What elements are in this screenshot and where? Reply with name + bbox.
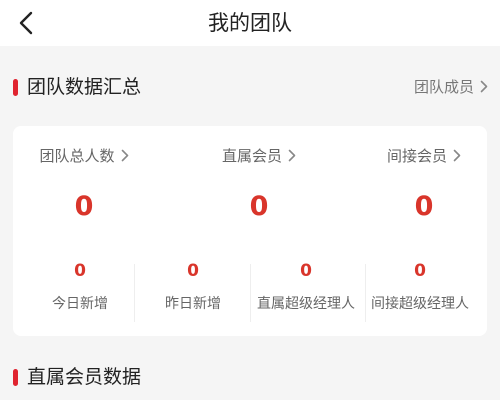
stat-value: 0 xyxy=(414,190,434,222)
stat-label: 直属超级经理人 xyxy=(257,296,355,312)
team-summary-card: 团队总人数 0 直属会员 0 间接会员 0 0 今日新增 0 昨日新增 0 直属… xyxy=(13,126,487,336)
stat-yesterday-new: 0 昨日新增 xyxy=(134,256,252,316)
stat-today-new: 0 今日新增 xyxy=(21,256,139,316)
stat-label: 昨日新增 xyxy=(165,296,221,312)
page-title: 我的团队 xyxy=(208,11,292,35)
summary-section-header: 团队数据汇总 团队成员 xyxy=(0,72,500,102)
chevron-right-icon xyxy=(121,143,129,171)
stat-value: 0 xyxy=(414,261,426,281)
stat-value: 0 xyxy=(300,261,312,281)
direct-members-section-title: 直属会员数据 xyxy=(27,366,142,388)
stat-value: 0 xyxy=(249,190,269,222)
summary-section-title: 团队数据汇总 xyxy=(27,76,142,98)
section-accent-bar xyxy=(13,369,18,386)
stat-direct-members: 直属会员 0 xyxy=(180,142,338,225)
stat-total-members-link[interactable]: 团队总人数 xyxy=(5,142,163,171)
chevron-right-icon xyxy=(288,143,296,171)
stat-indirect-members-link[interactable]: 间接会员 xyxy=(345,142,500,171)
direct-members-section-header: 直属会员数据 xyxy=(0,362,500,392)
stat-label: 直属会员 xyxy=(221,147,282,165)
team-members-link[interactable]: 团队成员 xyxy=(414,72,488,103)
team-members-link-label: 团队成员 xyxy=(413,78,474,96)
stat-label: 间接超级经理人 xyxy=(371,296,469,312)
stat-total-members: 团队总人数 0 xyxy=(5,142,163,225)
stat-value: 0 xyxy=(74,190,94,222)
nav-bar: 我的团队 xyxy=(0,0,500,46)
stat-label: 间接会员 xyxy=(386,147,447,165)
stat-indirect-super-managers: 0 间接超级经理人 xyxy=(361,256,479,316)
stat-label: 团队总人数 xyxy=(39,147,115,165)
stat-value: 0 xyxy=(74,261,86,281)
stat-direct-members-link[interactable]: 直属会员 xyxy=(180,142,338,171)
chevron-right-icon xyxy=(453,143,461,171)
stat-value: 0 xyxy=(187,261,199,281)
chevron-right-icon xyxy=(480,73,488,103)
stat-label: 今日新增 xyxy=(52,296,108,312)
stat-indirect-members: 间接会员 0 xyxy=(345,142,500,225)
section-accent-bar xyxy=(13,79,18,96)
stat-direct-super-managers: 0 直属超级经理人 xyxy=(247,256,365,316)
